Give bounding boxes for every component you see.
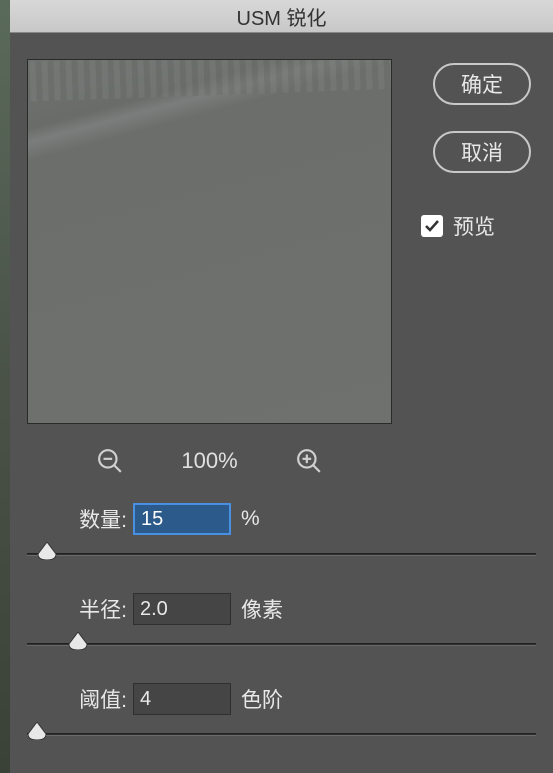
radius-slider-thumb[interactable] xyxy=(67,632,89,650)
zoom-in-icon[interactable] xyxy=(296,448,322,474)
cancel-button-label: 取消 xyxy=(461,137,503,167)
amount-row: 数量: % xyxy=(27,503,536,535)
ok-button[interactable]: 确定 xyxy=(433,63,531,105)
radius-slider[interactable] xyxy=(27,643,536,646)
amount-slider[interactable] xyxy=(27,553,536,556)
radius-input[interactable] xyxy=(133,593,231,625)
preview-checkbox-row: 预览 xyxy=(421,211,531,241)
cancel-button[interactable]: 取消 xyxy=(433,131,531,173)
check-icon xyxy=(424,218,440,234)
dialog-title: USM 锐化 xyxy=(237,2,327,31)
threshold-row: 阈值: 色阶 xyxy=(27,683,536,715)
radius-label: 半径: xyxy=(27,594,127,624)
preview-checkbox-label: 预览 xyxy=(453,211,495,241)
preview-checkbox[interactable] xyxy=(421,215,443,237)
preview-area[interactable] xyxy=(27,59,392,424)
amount-label: 数量: xyxy=(27,504,127,534)
threshold-input[interactable] xyxy=(133,683,231,715)
threshold-label: 阈值: xyxy=(27,684,127,714)
zoom-controls: 100% xyxy=(27,438,392,483)
zoom-level: 100% xyxy=(181,448,237,474)
threshold-unit: 色阶 xyxy=(241,684,283,714)
threshold-slider[interactable] xyxy=(27,733,536,736)
window-edge-strip xyxy=(0,0,10,773)
ok-button-label: 确定 xyxy=(461,69,503,99)
radius-row: 半径: 像素 xyxy=(27,593,536,625)
zoom-out-icon[interactable] xyxy=(97,448,123,474)
amount-input[interactable] xyxy=(133,503,231,535)
dialog-panel: 100% 确定 取消 预览 数量: % 半径: xyxy=(10,33,553,773)
radius-unit: 像素 xyxy=(241,594,283,624)
amount-unit: % xyxy=(241,507,260,531)
amount-slider-thumb[interactable] xyxy=(36,542,58,560)
titlebar: USM 锐化 xyxy=(10,0,553,33)
threshold-slider-thumb[interactable] xyxy=(26,722,48,740)
